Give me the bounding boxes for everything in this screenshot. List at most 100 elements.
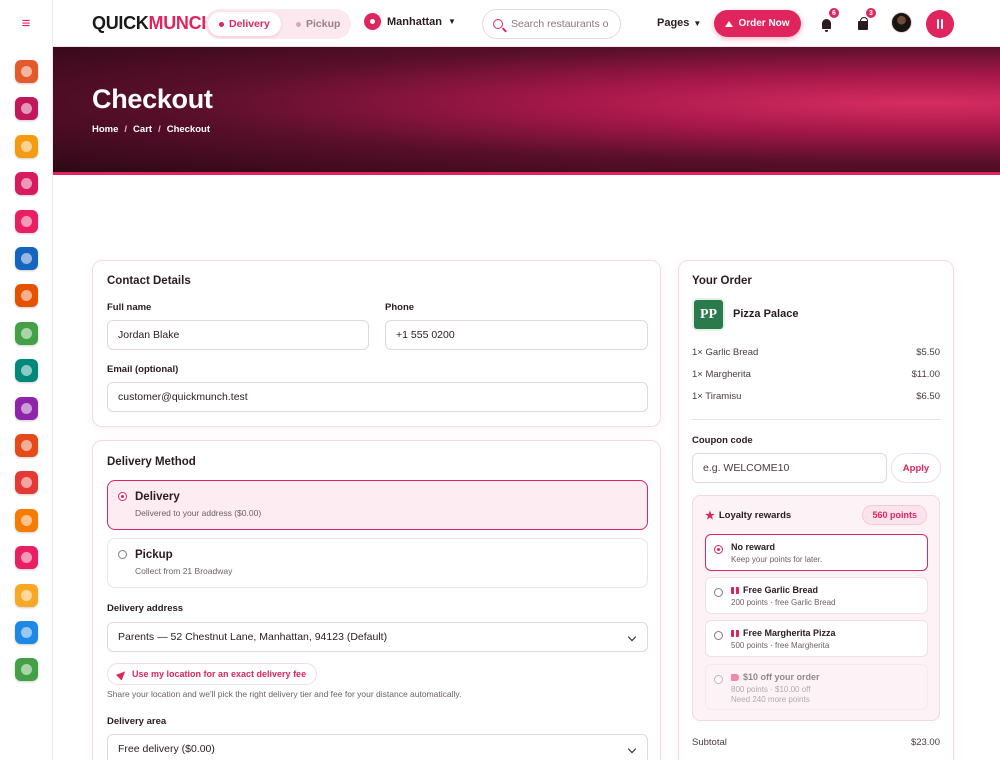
reward-title-text: No reward — [731, 542, 776, 552]
reward-option-none[interactable]: No reward Keep your points for later. — [705, 534, 928, 571]
reward-title: Free Garlic Bread — [731, 585, 818, 595]
radio-selected[interactable] — [118, 492, 127, 501]
item-name: 1× Garlic Bread — [692, 347, 759, 358]
loyalty-title-text: Loyalty rewards — [718, 510, 792, 521]
phone-field[interactable]: +1 555 0200 — [385, 320, 648, 350]
contact-details-title: Contact Details — [107, 275, 191, 287]
gift-icon — [731, 586, 739, 594]
delivery-area-select[interactable]: Free delivery ($0.00) — [107, 734, 648, 760]
hamburger-icon[interactable] — [15, 396, 38, 420]
wine-icon[interactable] — [15, 247, 38, 270]
mode-delivery-button[interactable]: Delivery — [208, 12, 281, 36]
item-price: $6.50 — [916, 391, 940, 402]
menu-icon[interactable]: ≡ — [0, 0, 53, 47]
cocktail-icon[interactable] — [15, 97, 38, 121]
meat-icon[interactable] — [15, 434, 38, 457]
reward-option-garlic-bread[interactable]: Free Garlic Bread 200 points · free Garl… — [705, 577, 928, 614]
top-navbar: ≡ QUICKMUNCH. Delivery Pickup Manhattan … — [0, 0, 1000, 47]
sandwich-icon[interactable] — [15, 359, 38, 383]
radio-unselected[interactable] — [118, 550, 127, 559]
coupon-input[interactable]: e.g. WELCOME10 — [692, 453, 887, 483]
chevron-down-icon: ▼ — [693, 18, 702, 28]
reward-title: Free Margherita Pizza — [731, 628, 836, 638]
cutlery-icon[interactable] — [15, 284, 38, 308]
restaurant-name[interactable]: Pizza Palace — [733, 308, 798, 320]
utensils-icon[interactable] — [926, 10, 954, 38]
cup-icon[interactable] — [15, 621, 38, 644]
delivery-method-card: Delivery Method Delivery Delivered to yo… — [92, 440, 661, 760]
radio-unselected[interactable] — [714, 631, 723, 640]
search-input[interactable]: Search restaurants o — [511, 18, 608, 30]
search-icon — [493, 19, 503, 29]
drink-icon[interactable] — [15, 546, 38, 570]
egg-icon[interactable] — [15, 134, 38, 158]
apply-coupon-button[interactable]: Apply — [891, 453, 941, 483]
chevron-down-icon — [627, 632, 637, 642]
reward-requirement: Need 240 more points — [731, 695, 810, 704]
dot-icon — [296, 21, 301, 27]
shrimp-icon[interactable] — [15, 471, 38, 495]
use-location-button[interactable]: Use my location for an exact delivery fe… — [107, 663, 318, 685]
mode-pickup-button[interactable]: Pickup — [285, 12, 351, 36]
reward-title-text: Free Garlic Bread — [743, 585, 819, 595]
breadcrumb-checkout: Checkout — [166, 124, 210, 135]
radio-selected[interactable] — [714, 545, 723, 554]
search-bar[interactable]: Search restaurants o — [482, 9, 621, 39]
pages-menu[interactable]: Pages ▼ — [657, 17, 701, 29]
order-item: 1× Tiramisu $6.50 — [692, 391, 940, 402]
delivery-option-subtitle: Delivered to your address ($0.00) — [135, 508, 262, 518]
reward-title: $10 off your order — [731, 672, 820, 682]
reward-subtitle: 800 points · $10.00 off — [731, 685, 811, 694]
location-selector[interactable]: Manhattan ▼ — [364, 13, 456, 30]
chevron-down-icon — [627, 744, 637, 754]
breadcrumb-cart[interactable]: Cart — [133, 124, 152, 135]
navigation-arrow-icon — [115, 667, 129, 681]
divider — [692, 419, 940, 420]
logo-main: QUICK — [92, 13, 149, 33]
cart-badge: 3 — [865, 7, 877, 19]
reward-subtitle: 500 points · free Margherita — [731, 641, 830, 650]
bread-icon[interactable] — [15, 508, 38, 532]
reward-title-text: $10 off your order — [743, 672, 820, 682]
subtotal-value: $23.00 — [910, 737, 940, 748]
avatar[interactable] — [891, 12, 912, 33]
order-now-label: Order Now — [738, 18, 790, 29]
burger-icon[interactable] — [15, 60, 38, 83]
notification-badge: 6 — [828, 7, 840, 19]
full-name-field[interactable]: Jordan Blake — [107, 320, 369, 350]
taco-icon[interactable] — [15, 583, 38, 607]
breadcrumb-home[interactable]: Home — [92, 124, 118, 135]
order-item: 1× Garlic Bread $5.50 — [692, 347, 940, 358]
star-icon: ★ — [705, 510, 715, 522]
delivery-option-pickup[interactable]: Pickup Collect from 21 Broadway — [107, 538, 648, 588]
reward-subtitle: 200 points · free Garlic Bread — [731, 598, 836, 607]
item-price: $5.50 — [916, 347, 940, 358]
contact-details-card: Contact Details Full name Jordan Blake P… — [92, 260, 661, 427]
subtotal-label: Subtotal — [692, 737, 727, 748]
delivery-address-select[interactable]: Parents — 52 Chestnut Lane, Manhattan, 9… — [107, 622, 648, 652]
reward-option-10-off: $10 off your order 800 points · $10.00 o… — [705, 664, 928, 710]
order-now-button[interactable]: Order Now — [714, 10, 801, 37]
plate-icon[interactable] — [15, 209, 38, 233]
email-field[interactable]: customer@quickmunch.test — [107, 382, 648, 412]
location-label: Manhattan — [387, 15, 442, 28]
reward-option-margherita[interactable]: Free Margherita Pizza 500 points · free … — [705, 620, 928, 657]
pizza-icon[interactable] — [15, 321, 38, 345]
salad-icon[interactable] — [15, 658, 38, 682]
cart-button[interactable]: 3 — [851, 7, 877, 36]
full-name-label: Full name — [107, 302, 152, 313]
radio-unselected[interactable] — [714, 588, 723, 597]
dot-icon — [219, 21, 224, 27]
radio-disabled — [714, 675, 723, 684]
map-pin-icon — [364, 13, 381, 30]
delivery-address-value: Parents — 52 Chestnut Lane, Manhattan, 9… — [118, 631, 388, 643]
notifications-button[interactable]: 6 — [814, 7, 840, 36]
mode-toggle: Delivery Pickup — [205, 9, 351, 39]
item-price: $11.00 — [911, 369, 940, 380]
delivery-option-delivery[interactable]: Delivery Delivered to your address ($0.0… — [107, 480, 648, 530]
mode-pickup-label: Pickup — [306, 18, 341, 30]
cupcake-icon[interactable] — [15, 172, 38, 196]
location-help-text: Share your location and we'll pick the r… — [107, 689, 462, 699]
use-location-label: Use my location for an exact delivery fe… — [132, 669, 307, 679]
logo[interactable]: QUICKMUNCH. — [92, 13, 219, 34]
